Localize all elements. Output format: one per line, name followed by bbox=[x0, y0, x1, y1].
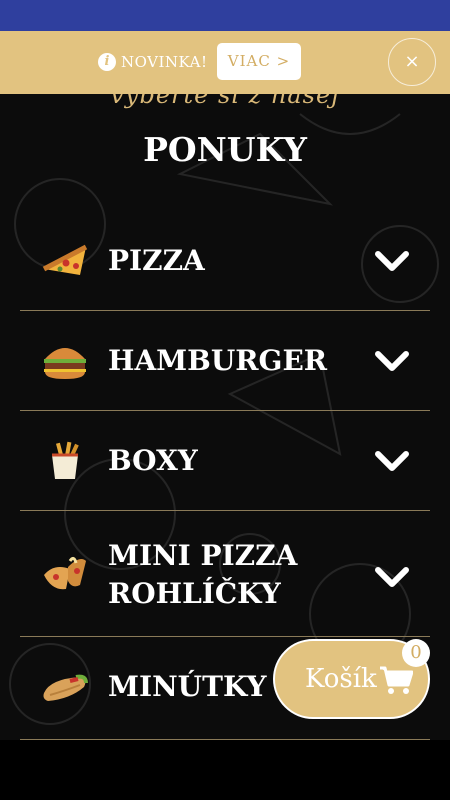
close-banner-button[interactable]: × bbox=[388, 38, 436, 86]
menu-item-label: MINÚTKY bbox=[108, 670, 267, 703]
banner-text: NOVINKA! bbox=[121, 53, 208, 71]
cart-count-badge: 0 bbox=[402, 639, 430, 667]
menu-item-label-line2: ROHLÍČKY bbox=[108, 577, 281, 610]
menu-item-pizza[interactable]: PIZZA bbox=[20, 211, 430, 311]
chevron-down-icon[interactable] bbox=[372, 247, 412, 275]
page-title: PONUKY bbox=[143, 130, 307, 169]
mini-pizza-icon bbox=[44, 556, 86, 590]
wrap-icon bbox=[43, 674, 88, 701]
chevron-down-icon[interactable] bbox=[372, 347, 412, 375]
menu-item-label: PIZZA bbox=[108, 244, 205, 277]
more-button[interactable]: VIAC > bbox=[217, 43, 301, 80]
cart-button[interactable]: Košík 0 bbox=[273, 639, 430, 719]
menu-item-mini-pizza[interactable]: MINI PIZZA ROHLÍČKY bbox=[20, 511, 430, 637]
pizza-icon bbox=[42, 244, 88, 275]
menu-item-hamburger[interactable]: HAMBURGER bbox=[20, 311, 430, 411]
fries-box-icon bbox=[52, 441, 79, 479]
chevron-down-icon[interactable] bbox=[372, 447, 412, 475]
chevron-down-icon[interactable] bbox=[372, 563, 412, 591]
menu-item-label: HAMBURGER bbox=[108, 344, 328, 377]
menu-item-label: MINI PIZZA bbox=[108, 539, 298, 572]
bottom-bar bbox=[0, 740, 450, 800]
cart-icon bbox=[380, 666, 413, 694]
subtitle: vyberte si z našej bbox=[110, 94, 340, 109]
info-icon: i bbox=[98, 53, 116, 71]
promo-banner: i NOVINKA! VIAC > × bbox=[0, 31, 450, 94]
menu-item-label: BOXY bbox=[108, 444, 198, 477]
status-bar bbox=[0, 0, 450, 31]
menu-item-boxy[interactable]: BOXY bbox=[20, 411, 430, 511]
cart-label: Košík bbox=[305, 664, 377, 694]
hamburger-icon bbox=[44, 348, 86, 379]
